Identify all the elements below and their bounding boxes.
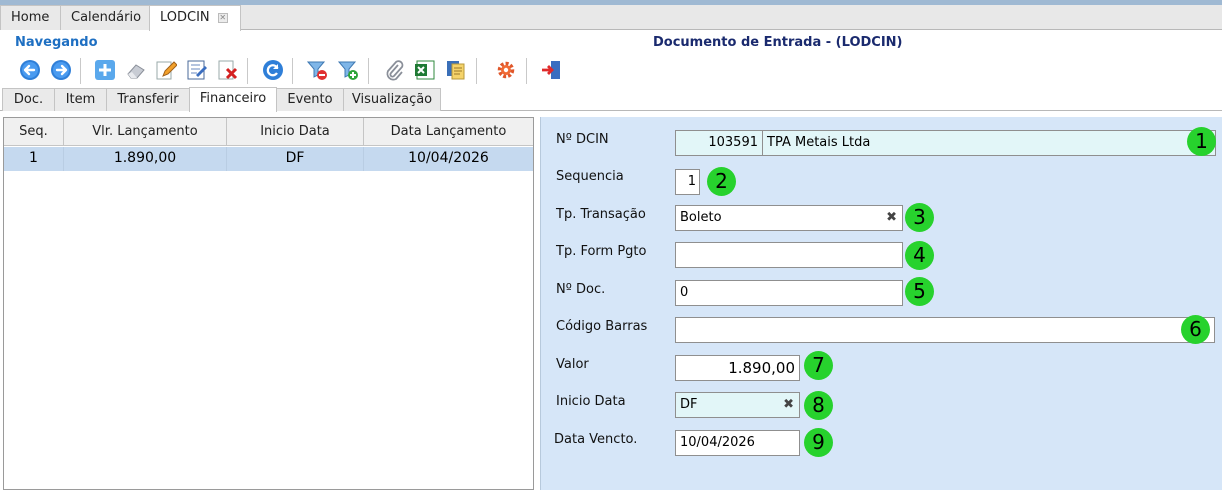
sequencia-field[interactable]: 1 (675, 169, 700, 195)
callout-badge-1: 1 (1187, 127, 1216, 156)
app-window: Home Calendário LODCIN ✕ Navegando Docume… (0, 0, 1222, 490)
callout-badge-9: 9 (804, 428, 833, 457)
tab-calendario-label: Calendário (71, 10, 142, 25)
cell-data-lancamento: 10/04/2026 (408, 150, 489, 166)
n-doc-field[interactable]: 0 (675, 280, 903, 306)
tab-visualizacao[interactable]: Visualização (343, 88, 441, 111)
inicio-data-value: DF (680, 397, 698, 412)
page-title: Documento de Entrada - (LODCIN) (653, 35, 903, 50)
inicio-data-label: Inicio Data (556, 394, 626, 409)
tab-transferir[interactable]: Transferir (106, 88, 190, 111)
cell-seq: 1 (4, 147, 64, 171)
callout-badge-5: 5 (905, 277, 934, 306)
clear-icon[interactable]: ✖ (886, 206, 897, 230)
mode-status: Navegando (15, 35, 98, 50)
toolbar-separator (247, 58, 248, 84)
dcin-label: Nº DCIN (556, 132, 609, 147)
app-tab-bar: Home Calendário LODCIN ✕ (0, 5, 1222, 31)
refresh-icon[interactable] (261, 58, 285, 82)
close-icon[interactable]: ✕ (217, 13, 228, 23)
column-header-seq[interactable]: Seq. (4, 118, 64, 146)
toolbar-separator (368, 58, 369, 84)
column-header-data-lancamento[interactable]: Data Lançamento (364, 118, 533, 146)
toolbar-separator (526, 58, 527, 84)
column-header-inicio-data[interactable]: Inicio Data (227, 118, 364, 146)
codigo-barras-field[interactable] (675, 317, 1215, 343)
tab-financeiro[interactable]: Financeiro (189, 87, 277, 112)
tp-transacao-label: Tp. Transação (556, 207, 646, 222)
tab-item[interactable]: Item (54, 88, 107, 111)
delete-icon[interactable] (216, 58, 240, 82)
gear-icon[interactable] (494, 58, 518, 82)
toolbar-separator (476, 58, 477, 84)
grid-header: Seq. Vlr. Lançamento Inicio Data Data La… (4, 118, 533, 146)
data-vencto-field[interactable]: 10/04/2026 (675, 430, 800, 456)
forward-arrow-icon[interactable] (49, 58, 73, 82)
callout-badge-4: 4 (905, 241, 934, 270)
notebook-edit-icon[interactable] (185, 58, 209, 82)
tp-form-pgto-field[interactable] (675, 242, 903, 268)
valor-field[interactable]: 1.890,00 (675, 355, 800, 381)
tp-form-pgto-label: Tp. Form Pgto (556, 244, 647, 259)
tp-transacao-value: Boleto (680, 210, 722, 225)
sequencia-label: Sequencia (556, 169, 624, 184)
detail-form: Nº DCIN 103591 TPA Metais Ltda 1 Sequenc… (540, 117, 1222, 490)
tab-evento[interactable]: Evento (276, 88, 344, 111)
inicio-data-field[interactable]: DF ✖ (675, 392, 800, 418)
excel-icon[interactable] (413, 58, 437, 82)
eraser-icon[interactable] (124, 58, 148, 82)
tab-home[interactable]: Home (0, 5, 61, 30)
callout-badge-6: 6 (1181, 315, 1210, 344)
column-header-vlr-lancamento[interactable]: Vlr. Lançamento (64, 118, 227, 146)
pencil-edit-icon[interactable] (154, 58, 178, 82)
paperclip-icon[interactable] (382, 58, 406, 82)
back-arrow-icon[interactable] (18, 58, 42, 82)
section-tab-bar: Doc. Item Transferir Financeiro Evento V… (0, 87, 1222, 112)
financial-grid: Seq. Vlr. Lançamento Inicio Data Data La… (3, 117, 534, 490)
exit-icon[interactable] (539, 58, 563, 82)
tab-calendario[interactable]: Calendário (60, 5, 150, 30)
toolbar-separator (292, 58, 293, 84)
tab-lodcin[interactable]: LODCIN ✕ (149, 5, 241, 31)
tp-transacao-field[interactable]: Boleto ✖ (675, 205, 903, 231)
toolbar-separator (80, 58, 81, 84)
callout-badge-2: 2 (707, 167, 736, 196)
filter-add-icon[interactable] (336, 58, 360, 82)
data-vencto-label: Data Vencto. (554, 432, 638, 447)
table-row[interactable]: 1 1.890,00 DF 10/04/2026 (4, 147, 533, 171)
cell-inicio-data: DF (227, 147, 364, 171)
copy-documents-icon[interactable] (444, 58, 468, 82)
valor-label: Valor (556, 357, 589, 372)
callout-badge-8: 8 (804, 391, 833, 420)
tab-home-label: Home (11, 10, 50, 25)
clear-icon[interactable]: ✖ (783, 393, 794, 417)
tab-lodcin-label: LODCIN (160, 10, 210, 25)
filter-remove-icon[interactable] (305, 58, 329, 82)
n-doc-label: Nº Doc. (556, 282, 606, 297)
tab-doc[interactable]: Doc. (2, 88, 55, 111)
codigo-barras-label: Código Barras (556, 319, 648, 334)
dcin-code-field[interactable]: 103591 (675, 130, 763, 156)
cell-vlr-lancamento: 1.890,00 (64, 147, 227, 171)
dcin-name-field[interactable]: TPA Metais Ltda (762, 130, 1216, 156)
callout-badge-3: 3 (905, 203, 934, 232)
callout-badge-7: 7 (804, 351, 833, 380)
add-icon[interactable] (93, 58, 117, 82)
